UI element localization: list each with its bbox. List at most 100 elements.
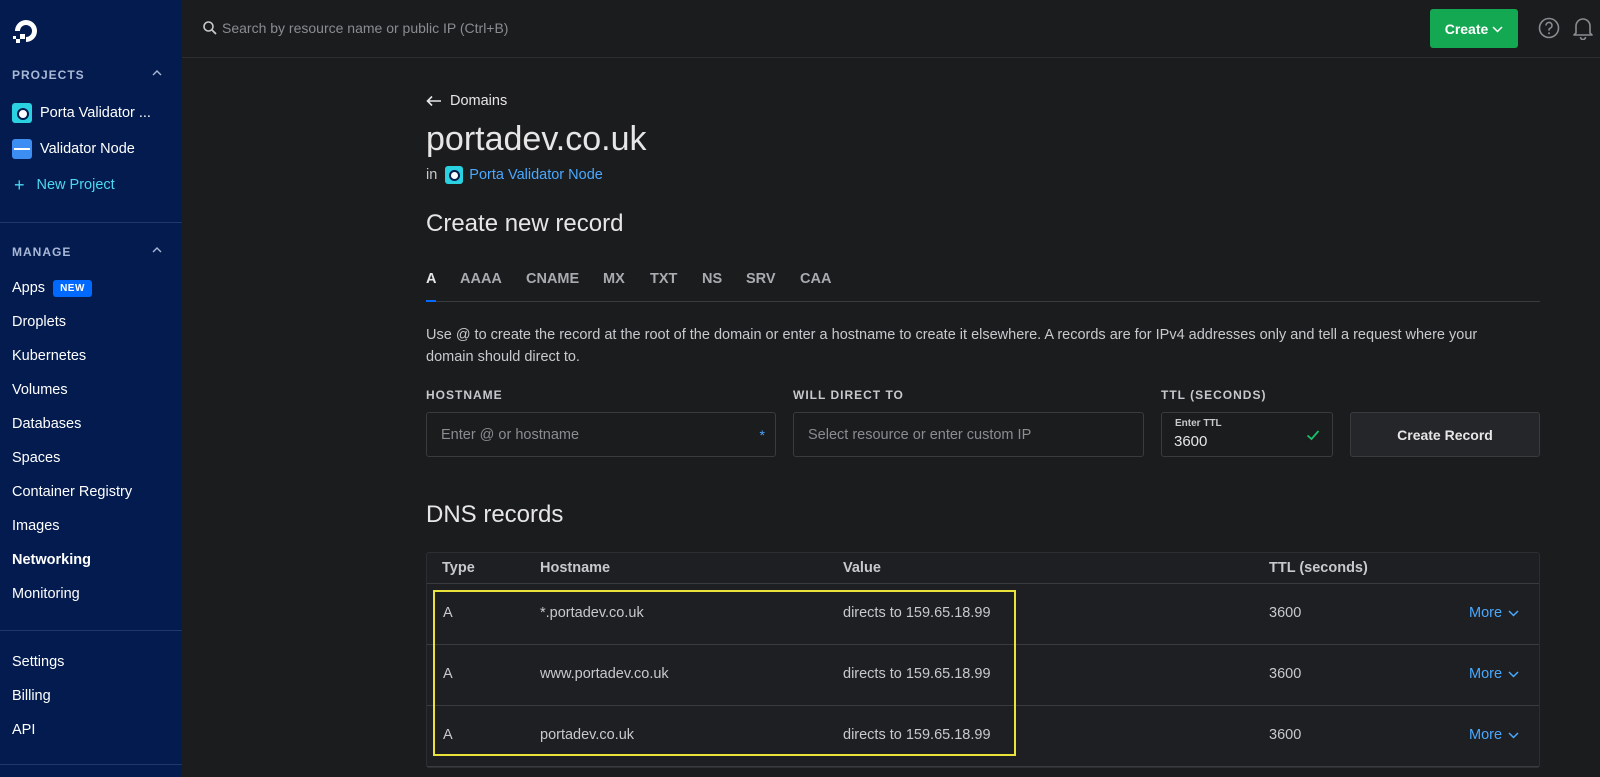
sidebar-item-settings[interactable]: Settings: [12, 652, 64, 672]
search-input[interactable]: [222, 14, 722, 42]
project-icon: [12, 103, 32, 123]
sidebar-item-label: Volumes: [12, 382, 68, 398]
back-to-domains-link[interactable]: Domains: [426, 93, 507, 109]
manage-heading: MANAGE: [12, 245, 72, 259]
record-type: A: [443, 605, 453, 621]
sidebar-divider: [0, 222, 182, 223]
sidebar-divider: [0, 630, 182, 631]
create-button[interactable]: Create: [1430, 9, 1518, 48]
chevron-down-icon: [1492, 25, 1503, 33]
sidebar-item-apps[interactable]: Apps NEW: [12, 278, 92, 298]
table-row: A www.portadev.co.uk directs to 159.65.1…: [427, 645, 1539, 706]
sidebar-item-label: Apps: [12, 280, 46, 296]
check-icon: [1306, 430, 1320, 441]
sidebar-project-label: Validator Node: [40, 141, 135, 157]
table-row: A *.portadev.co.uk directs to 159.65.18.…: [427, 584, 1539, 645]
column-header-ttl: TTL (seconds): [1269, 560, 1368, 576]
record-value: directs to 159.65.18.99: [843, 605, 991, 621]
new-badge: NEW: [53, 279, 92, 297]
record-ttl: 3600: [1269, 727, 1302, 743]
projects-heading: PROJECTS: [12, 68, 85, 82]
help-icon[interactable]: [1538, 17, 1560, 39]
sidebar-item-label: Spaces: [12, 450, 61, 466]
chevron-down-icon: [1508, 671, 1519, 678]
sidebar-item-container-registry[interactable]: Container Registry: [12, 482, 132, 502]
tab-ns[interactable]: NS: [702, 262, 722, 302]
sidebar-item-networking[interactable]: Networking: [12, 550, 91, 570]
project-context: in Porta Validator Node: [426, 166, 603, 184]
sidebar-item-droplets[interactable]: Droplets: [12, 312, 66, 332]
sidebar-item-label: Networking: [12, 552, 91, 568]
sidebar-item-label: API: [12, 722, 36, 738]
sidebar-project-porta-validator[interactable]: Porta Validator ...: [12, 102, 151, 124]
sidebar-project-label: Porta Validator ...: [40, 105, 151, 121]
sidebar-item-label: Monitoring: [12, 586, 80, 602]
column-header-value: Value: [843, 560, 881, 576]
back-link-label: Domains: [450, 93, 508, 109]
required-indicator: *: [759, 427, 765, 443]
project-link[interactable]: Porta Validator Node: [469, 167, 603, 183]
plus-icon: +: [14, 175, 25, 195]
record-ttl: 3600: [1269, 666, 1302, 682]
direct-to-input[interactable]: [794, 413, 1143, 456]
top-bar: Create: [182, 0, 1600, 58]
sidebar-item-label: Settings: [12, 654, 65, 670]
record-hostname: portadev.co.uk: [540, 727, 635, 743]
record-type-tabs: A AAAA CNAME MX TXT NS SRV CAA: [426, 262, 1540, 302]
tab-aaaa[interactable]: AAAA: [460, 262, 502, 302]
digitalocean-logo-icon[interactable]: [12, 17, 40, 45]
record-value: directs to 159.65.18.99: [843, 666, 991, 682]
tab-cname[interactable]: CNAME: [526, 262, 579, 302]
record-value: directs to 159.65.18.99: [843, 727, 991, 743]
sidebar-project-validator-node[interactable]: Validator Node: [12, 138, 135, 160]
sidebar-item-label: Images: [12, 518, 60, 534]
chevron-up-icon[interactable]: [152, 68, 162, 78]
record-description: Use @ to create the record at the root o…: [426, 327, 1478, 365]
sidebar-item-volumes[interactable]: Volumes: [12, 380, 68, 400]
record-hostname: *.portadev.co.uk: [540, 605, 644, 621]
tab-caa[interactable]: CAA: [800, 262, 831, 302]
record-hostname: www.portadev.co.uk: [540, 666, 669, 682]
sidebar-item-kubernetes[interactable]: Kubernetes: [12, 346, 86, 366]
tab-mx[interactable]: MX: [603, 262, 625, 302]
in-label: in: [426, 167, 438, 183]
hostname-input[interactable]: [427, 413, 775, 456]
search-icon: [203, 21, 217, 35]
hostname-field-wrapper: *: [426, 412, 776, 457]
sidebar-item-billing[interactable]: Billing: [12, 686, 51, 706]
create-button-label: Create: [1444, 20, 1489, 37]
record-ttl: 3600: [1269, 605, 1302, 621]
hostname-label: HOSTNAME: [426, 388, 503, 402]
sidebar: PROJECTS Porta Validator ... Validator N…: [0, 0, 182, 777]
sidebar-item-spaces[interactable]: Spaces: [12, 448, 60, 468]
chevron-down-icon: [1508, 610, 1519, 617]
table-row: A portadev.co.uk directs to 159.65.18.99…: [427, 706, 1539, 767]
more-actions-button[interactable]: More: [1469, 727, 1519, 743]
ttl-field-wrapper: Enter TTL: [1161, 412, 1333, 457]
column-header-hostname: Hostname: [540, 560, 611, 576]
dns-records-table: Type Hostname Value TTL (seconds) A *.po…: [426, 552, 1540, 768]
sidebar-item-databases[interactable]: Databases: [12, 414, 81, 434]
sidebar-item-images[interactable]: Images: [12, 516, 60, 536]
direct-to-label: WILL DIRECT TO: [793, 388, 904, 402]
sidebar-item-api[interactable]: API: [12, 720, 35, 740]
arrow-left-icon: [426, 95, 441, 107]
more-actions-button[interactable]: More: [1469, 605, 1519, 621]
ttl-label: TTL (SECONDS): [1161, 388, 1267, 402]
bell-icon[interactable]: [1572, 16, 1594, 40]
more-actions-button[interactable]: More: [1469, 666, 1519, 682]
create-record-button[interactable]: Create Record: [1350, 412, 1540, 457]
tab-srv[interactable]: SRV: [746, 262, 776, 302]
more-label: More: [1469, 727, 1503, 743]
chevron-down-icon: [1508, 732, 1519, 739]
tab-txt[interactable]: TXT: [650, 262, 677, 302]
new-project-link[interactable]: + New Project: [14, 176, 115, 194]
tab-a[interactable]: A: [426, 262, 437, 302]
sidebar-item-monitoring[interactable]: Monitoring: [12, 584, 80, 604]
dns-records-heading: DNS records: [426, 501, 564, 528]
record-type: A: [443, 666, 453, 682]
table-header: Type Hostname Value TTL (seconds): [427, 553, 1539, 584]
new-project-label: New Project: [36, 177, 115, 193]
chevron-up-icon[interactable]: [152, 245, 162, 255]
more-label: More: [1469, 666, 1503, 682]
